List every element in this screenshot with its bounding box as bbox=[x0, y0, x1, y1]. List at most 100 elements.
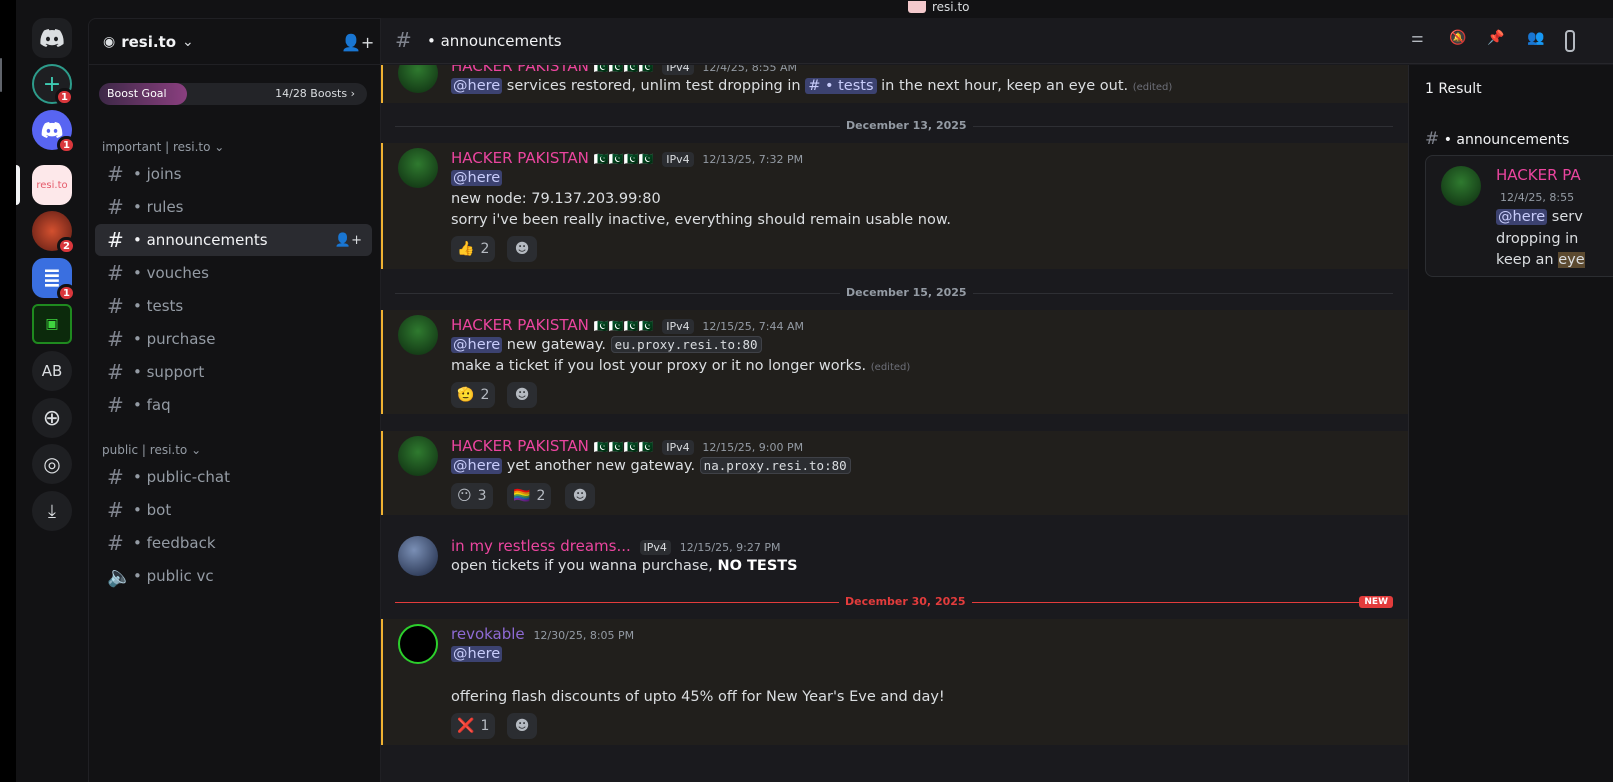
username[interactable]: revokable 12/30/25, 8:05 PM bbox=[451, 625, 634, 643]
date-divider-label: December 30, 2025 bbox=[839, 595, 972, 608]
message[interactable]: revokable 12/30/25, 8:05 PM @here offeri… bbox=[381, 619, 1408, 745]
sidebar-channel-item[interactable]: # • purchase bbox=[95, 323, 372, 355]
mention[interactable]: @here bbox=[451, 337, 503, 353]
sidebar-channel-item[interactable]: # • rules bbox=[95, 191, 372, 223]
download-button[interactable]: ⤓ bbox=[32, 491, 72, 531]
server-item-resi[interactable]: resi.to bbox=[16, 165, 72, 205]
members-icon[interactable]: 👥 bbox=[1527, 30, 1549, 52]
sidebar-channel-item[interactable]: # • feedback bbox=[95, 527, 372, 559]
avatar[interactable] bbox=[398, 624, 438, 664]
channel-link[interactable]: # • tests bbox=[805, 78, 877, 94]
sidebar-channel-item[interactable]: # • announcements 👤+ bbox=[95, 224, 372, 256]
mention[interactable]: @here bbox=[451, 78, 503, 94]
hash-icon: # bbox=[395, 28, 412, 52]
discover-button[interactable]: ◎ bbox=[32, 444, 72, 484]
speaker-icon: 🔈 bbox=[107, 564, 132, 588]
avatar[interactable] bbox=[398, 536, 438, 576]
avatar[interactable] bbox=[398, 436, 438, 476]
username: HACKER PA bbox=[1496, 166, 1581, 184]
channel-label: • public-chat bbox=[133, 468, 230, 486]
inline-code: eu.proxy.resi.to:80 bbox=[610, 336, 762, 353]
boost-goal-bar[interactable]: Boost Goal 14/28 Boosts › bbox=[99, 83, 367, 105]
username[interactable]: HACKER PAKISTAN 🇵🇰🇵🇰🇵🇰🇵🇰 IPv4 12/4/25, 8… bbox=[451, 65, 797, 75]
search-result-card[interactable]: HACKER PA 12/4/25, 8:55 @here serv dropp… bbox=[1425, 155, 1613, 277]
sidebar-channel-item[interactable]: 🔈 • public vc bbox=[95, 560, 372, 592]
sidebar-channel-item[interactable]: # • public-chat bbox=[95, 461, 372, 493]
add-reaction-button[interactable]: ☻ bbox=[565, 483, 595, 509]
smile-icon: ☻ bbox=[514, 241, 530, 257]
reaction[interactable]: ❌ 1 bbox=[451, 713, 496, 739]
result-channel[interactable]: # • announcements bbox=[1425, 129, 1569, 149]
server-item-add[interactable]: + 1 bbox=[32, 64, 74, 106]
mention[interactable]: @here bbox=[451, 170, 503, 186]
invite-icon[interactable]: 👤+ bbox=[335, 233, 362, 248]
message[interactable]: HACKER PAKISTAN 🇵🇰🇵🇰🇵🇰🇵🇰 IPv4 12/13/25, … bbox=[381, 143, 1408, 269]
mention-badge: 1 bbox=[57, 284, 76, 302]
direct-messages-button[interactable] bbox=[32, 18, 72, 58]
search-input[interactable] bbox=[1565, 30, 1575, 52]
channel-label: • public vc bbox=[133, 567, 214, 585]
reaction[interactable]: 🫡 2 bbox=[451, 382, 496, 408]
hash-icon: # bbox=[107, 228, 124, 252]
username[interactable]: HACKER PAKISTAN 🇵🇰🇵🇰🇵🇰🇵🇰 IPv4 12/15/25, … bbox=[451, 437, 803, 455]
message-content: @here bbox=[451, 646, 503, 662]
server-item-ab[interactable]: AB bbox=[32, 351, 72, 391]
server-item-discord[interactable]: 1 bbox=[32, 110, 76, 154]
window-title: resi.to bbox=[908, 0, 970, 14]
mention[interactable]: @here bbox=[451, 458, 503, 474]
username[interactable]: HACKER PAKISTAN 🇵🇰🇵🇰🇵🇰🇵🇰 IPv4 12/13/25, … bbox=[451, 149, 803, 167]
add-server-button[interactable]: ⊕ bbox=[32, 398, 72, 438]
server-item-4[interactable]: 2 bbox=[32, 211, 76, 255]
sidebar-channel-item[interactable]: # • tests bbox=[95, 290, 372, 322]
guild-header[interactable]: ◉ resi.to ⌄ 👤+ bbox=[89, 19, 380, 65]
plus-circle-icon: ⊕ bbox=[42, 405, 62, 431]
username[interactable]: HACKER PAKISTAN 🇵🇰🇵🇰🇵🇰🇵🇰 IPv4 12/15/25, … bbox=[451, 316, 804, 334]
boost-count: 14/28 Boosts › bbox=[275, 87, 355, 100]
reaction[interactable]: 😶 3 bbox=[451, 483, 493, 509]
result-count: 1 Result bbox=[1425, 81, 1482, 97]
reaction[interactable]: 🏳️‍🌈 2 bbox=[507, 483, 552, 509]
timestamp: 12/4/25, 8:55 AM bbox=[702, 65, 797, 74]
role-tag: IPv4 bbox=[662, 152, 694, 167]
download-icon: ⤓ bbox=[48, 500, 56, 522]
add-reaction-button[interactable]: ☻ bbox=[507, 236, 537, 262]
reaction[interactable]: 👍 2 bbox=[451, 236, 496, 262]
avatar[interactable] bbox=[398, 148, 438, 188]
sidebar-channel-item[interactable]: # • support bbox=[95, 356, 372, 388]
message-content: offering flash discounts of upto 45% off… bbox=[451, 689, 945, 705]
channel-label: • tests bbox=[133, 297, 184, 315]
category-important[interactable]: important | resi.to ⌄ bbox=[102, 140, 224, 154]
smile-icon: ☻ bbox=[514, 718, 530, 734]
neutral-face-icon: 😶 bbox=[457, 488, 472, 504]
message-content: new node: 79.137.203.99:80 bbox=[451, 191, 661, 207]
avatar[interactable] bbox=[398, 65, 438, 93]
notifications-icon[interactable]: 🔕 bbox=[1449, 30, 1471, 52]
server-item-5[interactable]: ≣ 1 bbox=[32, 258, 76, 302]
message[interactable]: HACKER PAKISTAN 🇵🇰🇵🇰🇵🇰🇵🇰 IPv4 12/15/25, … bbox=[381, 431, 1408, 515]
server-item-6[interactable]: ▣ bbox=[32, 304, 72, 344]
flag-icon: 🇵🇰🇵🇰🇵🇰🇵🇰 bbox=[593, 65, 654, 74]
username[interactable]: in my restless dreams... IPv4 12/15/25, … bbox=[451, 537, 780, 555]
sidebar-channel-item[interactable]: # • faq bbox=[95, 389, 372, 421]
message[interactable]: HACKER PAKISTAN 🇵🇰🇵🇰🇵🇰🇵🇰 IPv4 12/4/25, 8… bbox=[381, 65, 1408, 103]
server-settings-icon: ◉ bbox=[103, 33, 116, 50]
pin-icon[interactable]: 📌 bbox=[1487, 30, 1509, 52]
add-reaction-button[interactable]: ☻ bbox=[507, 382, 537, 408]
sidebar-channel-item[interactable]: # • bot bbox=[95, 494, 372, 526]
hash-icon: # bbox=[107, 531, 124, 555]
invite-icon[interactable]: 👤+ bbox=[341, 33, 374, 52]
search-results-panel: 1 Result # • announcements HACKER PA 12/… bbox=[1408, 65, 1613, 782]
discord-icon bbox=[41, 122, 63, 138]
timestamp: 12/15/25, 9:00 PM bbox=[702, 441, 804, 454]
category-public[interactable]: public | resi.to ⌄ bbox=[102, 443, 201, 457]
message[interactable]: in my restless dreams... IPv4 12/15/25, … bbox=[381, 531, 1408, 587]
message[interactable]: HACKER PAKISTAN 🇵🇰🇵🇰🇵🇰🇵🇰 IPv4 12/15/25, … bbox=[381, 310, 1408, 414]
threads-icon[interactable]: ⚌ bbox=[1411, 30, 1433, 52]
mention[interactable]: @here bbox=[451, 646, 503, 662]
server-label: resi.to bbox=[36, 179, 68, 191]
timestamp: 12/15/25, 7:44 AM bbox=[702, 320, 804, 333]
sidebar-channel-item[interactable]: # • vouches bbox=[95, 257, 372, 289]
sidebar-channel-item[interactable]: # • joins bbox=[95, 158, 372, 190]
avatar[interactable] bbox=[398, 315, 438, 355]
add-reaction-button[interactable]: ☻ bbox=[507, 713, 537, 739]
